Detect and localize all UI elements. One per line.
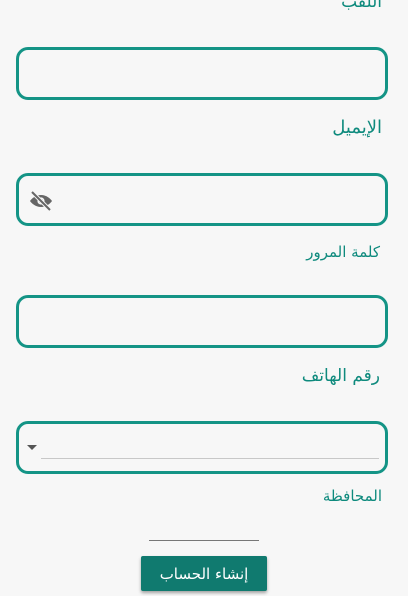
phone-label: رقم الهاتف	[301, 366, 380, 386]
select-underline	[41, 458, 379, 459]
governorate-select[interactable]	[16, 421, 388, 474]
password-field[interactable]	[16, 173, 388, 226]
eye-off-icon[interactable]	[29, 191, 53, 211]
title-label: اللقب	[341, 0, 382, 12]
phone-field[interactable]	[16, 295, 388, 348]
governorate-label: المحافظة	[322, 487, 382, 505]
password-input[interactable]	[19, 176, 385, 223]
title-input[interactable]	[19, 50, 385, 97]
create-account-button[interactable]: إنشاء الحساب	[141, 556, 267, 591]
caret-down-icon[interactable]	[27, 445, 37, 450]
password-label: كلمة المرور	[306, 243, 380, 261]
divider	[149, 540, 259, 541]
phone-input[interactable]	[19, 298, 385, 345]
title-field[interactable]	[16, 47, 388, 100]
email-label: الإيميل	[332, 117, 382, 138]
